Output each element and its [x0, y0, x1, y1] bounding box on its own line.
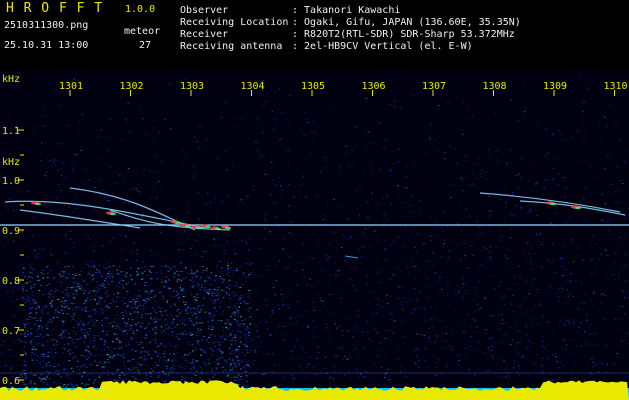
meteor-glow	[35, 202, 41, 206]
x-tick-label: 1305	[301, 81, 325, 92]
y-tick-label: 0.9	[2, 226, 20, 237]
meteor-count: 27	[139, 40, 152, 51]
meteor-glow	[575, 206, 581, 210]
meteor-glow	[175, 221, 181, 225]
x-tick-label: 1310	[604, 81, 628, 92]
info-location-label: Receiving Location	[180, 17, 289, 28]
spectrogram-background	[0, 70, 629, 400]
y-tick-label: 0.7	[2, 326, 20, 337]
x-tick-label: 1303	[180, 81, 204, 92]
x-tick-label: 1309	[543, 81, 567, 92]
spectrogram-chart: kHz kHz 1301 1302 1303 1304 1305 1306 1307 1308…	[0, 70, 629, 400]
app-name: H R O F F T	[6, 1, 104, 16]
x-tick-label: 1306	[362, 81, 386, 92]
x-tick-label: 1307	[422, 81, 446, 92]
meteor-glow	[185, 224, 191, 228]
meteor-glow	[195, 226, 201, 230]
datetime: 25.10.31 13:00	[4, 40, 89, 51]
meteor-glow	[215, 227, 221, 231]
info-observer-value: : Takanori Kawachi	[292, 5, 401, 16]
y-axis-unit-mid: kHz	[2, 157, 20, 168]
info-antenna-label: Receiving antenna	[180, 41, 283, 52]
y-axis-unit: kHz	[2, 74, 20, 85]
meteor-glow	[110, 212, 116, 216]
app-version: 1.0.0	[125, 4, 156, 15]
meteor-glow	[225, 226, 231, 230]
header-panel: H R O F F T 1.0.0 2510311300.png meteor …	[0, 0, 629, 70]
meteor-glow	[550, 202, 556, 206]
x-tick-label: 1304	[241, 81, 265, 92]
y-tick-label: 0.8	[2, 276, 20, 287]
info-receiver-value: : R820T2(RTL-SDR) SDR-Sharp 53.372MHz	[292, 29, 515, 40]
y-tick-label: 1.0	[2, 176, 20, 187]
x-tick-label: 1308	[483, 81, 507, 92]
x-tick-label: 1302	[120, 81, 144, 92]
meteor-label: meteor	[124, 26, 161, 37]
info-antenna-value: : 2el-HB9CV Vertical (el. E-W)	[292, 41, 473, 52]
info-receiver-label: Receiver	[180, 29, 229, 40]
filename: 2510311300.png	[4, 20, 89, 31]
info-observer-label: Observer	[180, 5, 229, 16]
y-tick-label: 0.6	[2, 376, 20, 387]
y-tick-label: 1.1	[2, 126, 20, 137]
info-location-value: : Ogaki, Gifu, JAPAN (136.60E, 35.35N)	[292, 17, 521, 28]
x-tick-label: 1301	[59, 81, 83, 92]
meteor-glow	[205, 225, 211, 229]
